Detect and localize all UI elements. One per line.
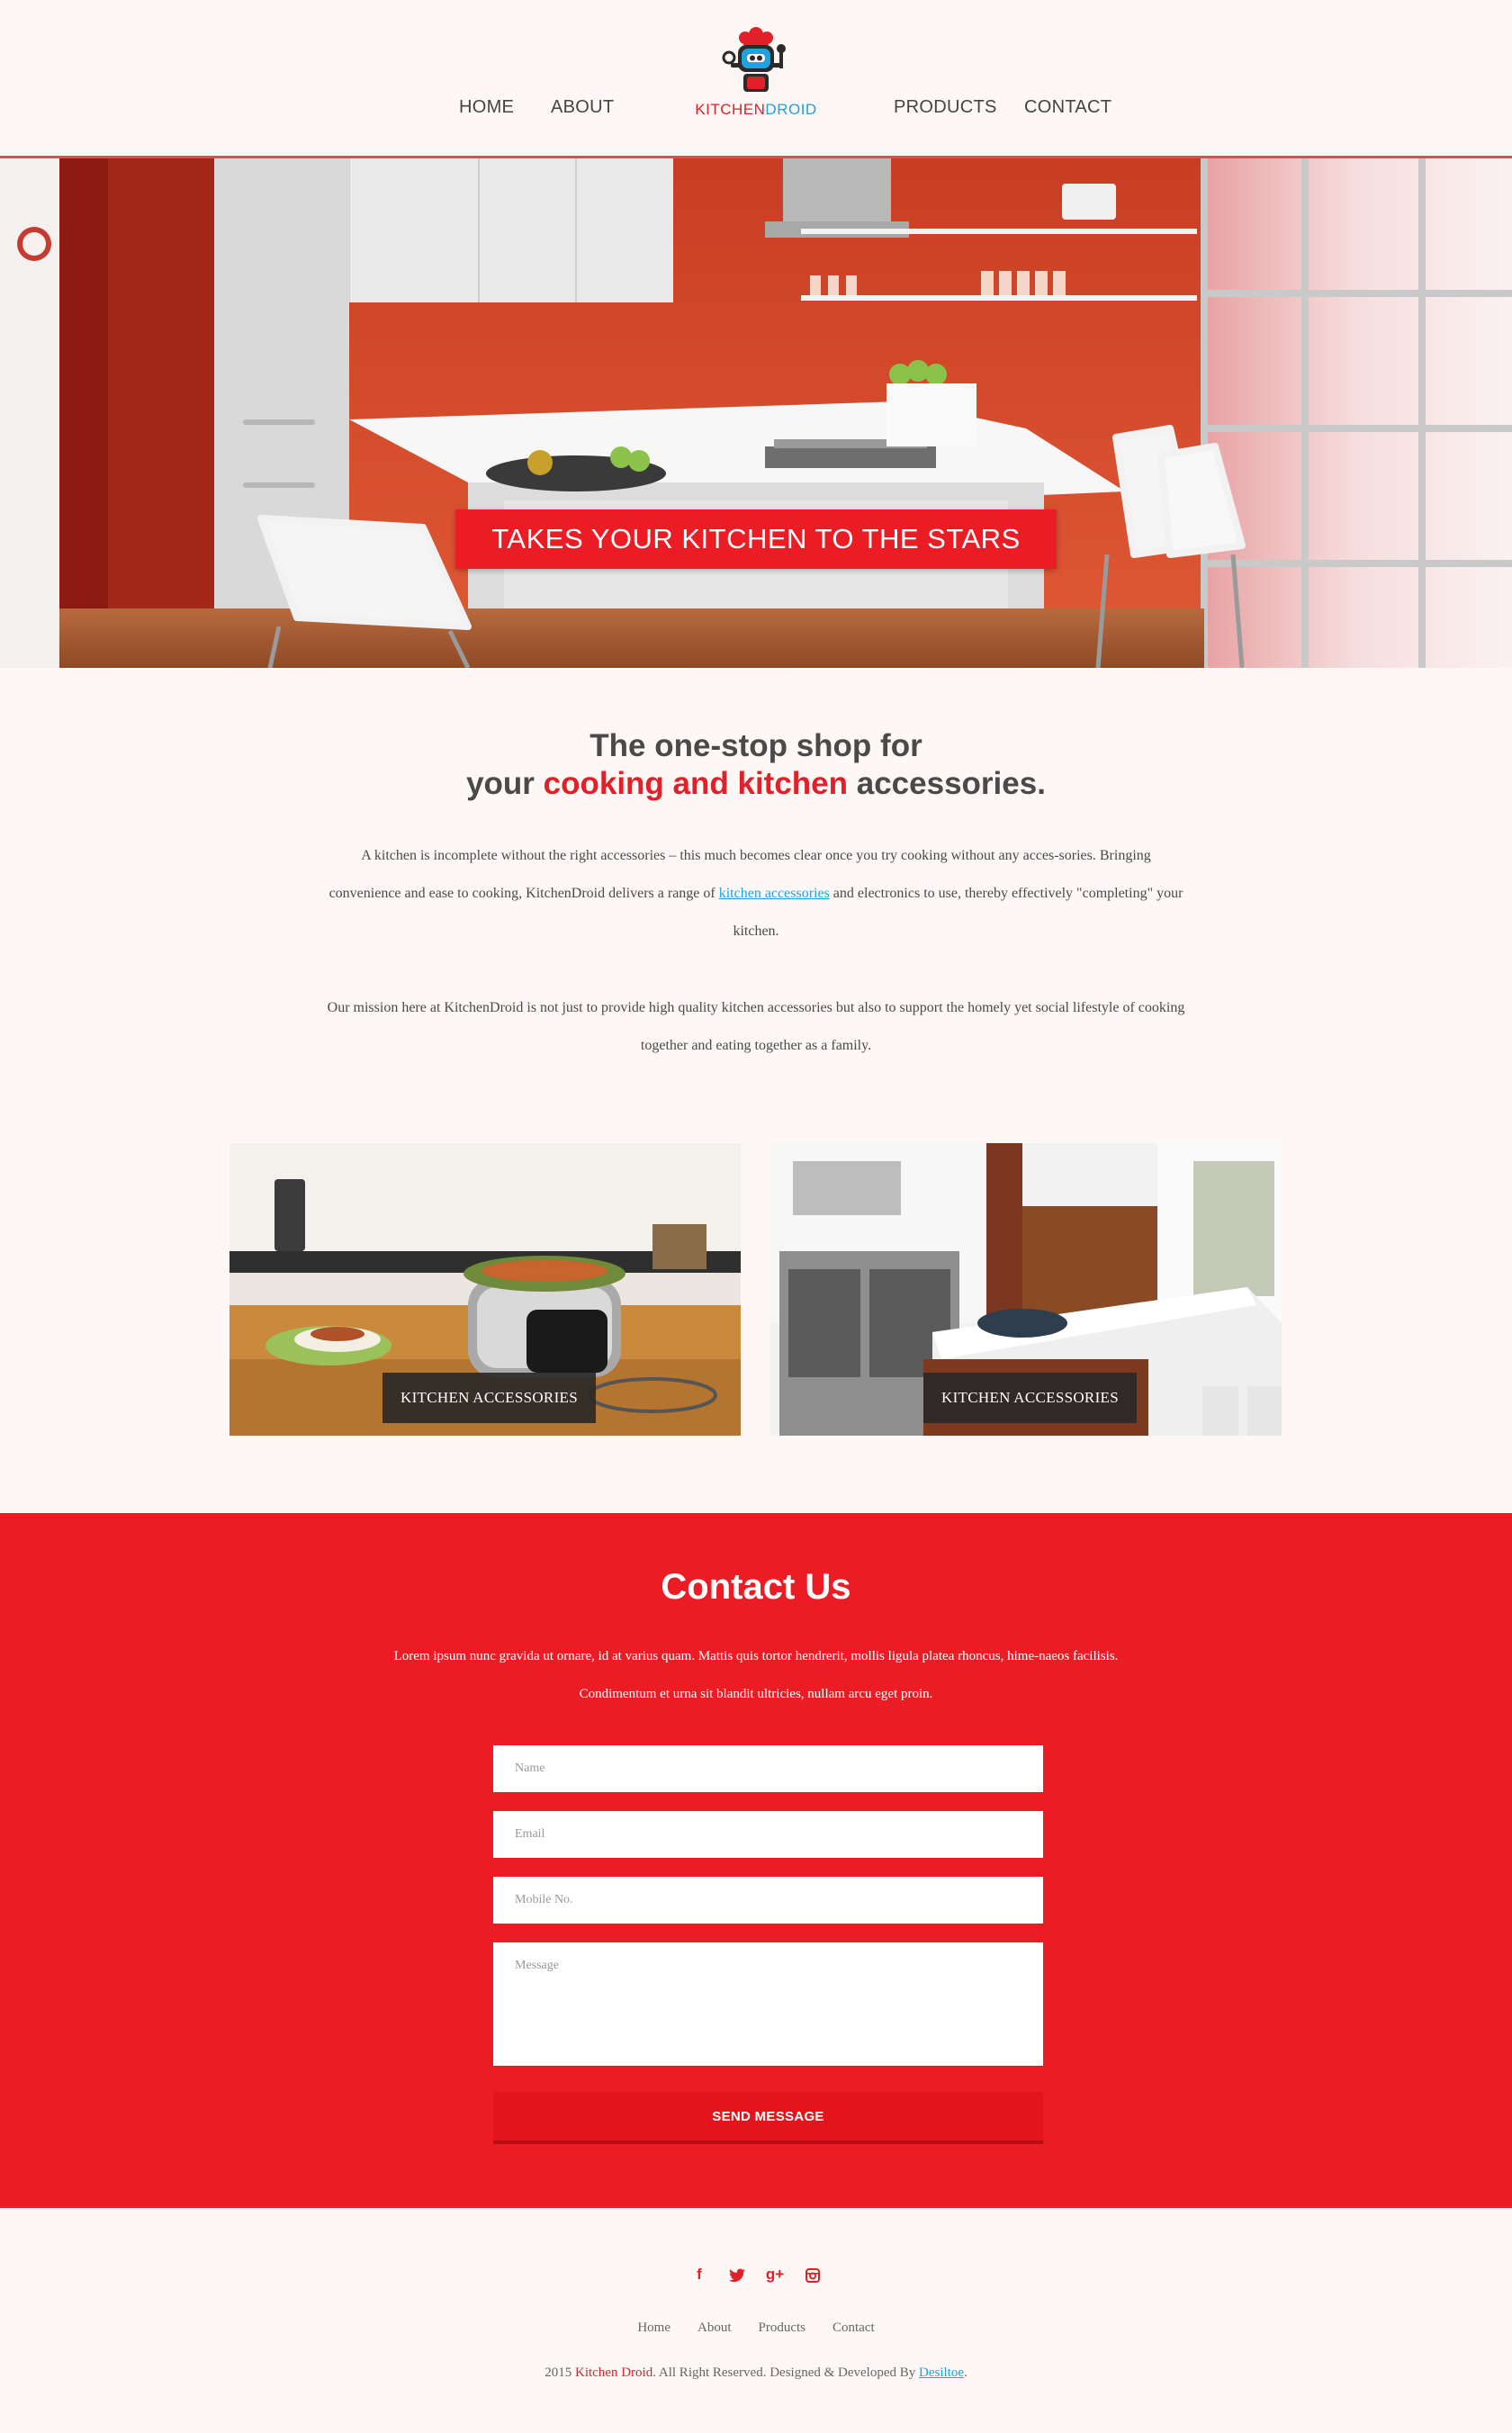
intro-heading: The one-stop shop for your cooking and k…	[306, 727, 1206, 803]
copyright-brand: Kitchen Droid	[574, 2365, 653, 2380]
card-label: KITCHEN ACCESSORIES	[923, 1373, 1137, 1423]
footer-link-about[interactable]: About	[698, 2320, 732, 2336]
nav-about[interactable]: ABOUT	[551, 97, 614, 118]
hero-section: TAKES YOUR KITCHEN TO THE STARS	[0, 158, 1512, 668]
card-label: KITCHEN ACCESSORIES	[382, 1373, 596, 1423]
kitchendroid-logo[interactable]: KITCHENDROID	[684, 27, 828, 122]
nav-home[interactable]: HOME	[459, 97, 514, 118]
intro-heading-highlight: cooking and kitchen	[543, 766, 849, 801]
instagram-icon[interactable]	[801, 2265, 824, 2284]
developer-link[interactable]: Desiltoe	[919, 2365, 964, 2380]
copyright-middle: . All Right Reserved. Designed & Develop…	[652, 2365, 920, 2380]
hero-kitchen-image	[0, 158, 1512, 668]
twitter-icon[interactable]	[725, 2265, 749, 2284]
footer-link-contact[interactable]: Contact	[832, 2320, 875, 2336]
logo-droid: DROID	[765, 101, 817, 118]
site-header: HOME ABOUT KITCHENDROID PRODUCTS CONTACT	[0, 0, 1512, 158]
intro-paragraph-1: A kitchen is incomplete without the righ…	[324, 837, 1188, 951]
logo-wordmark: KITCHENDROID	[684, 101, 828, 119]
logo-kitchen: KITCHEN	[695, 101, 766, 118]
hero-tagline: TAKES YOUR KITCHEN TO THE STARS	[455, 509, 1057, 569]
nav-products[interactable]: PRODUCTS	[894, 97, 997, 118]
intro-heading-pre: your	[466, 766, 544, 801]
footer-link-products[interactable]: Products	[759, 2320, 806, 2336]
copyright: 2015 Kitchen Droid. All Right Reserved. …	[0, 2365, 1512, 2381]
footer-nav: Home About Products Contact	[0, 2320, 1512, 2336]
footer-link-home[interactable]: Home	[637, 2320, 670, 2336]
nav-contact[interactable]: CONTACT	[1024, 97, 1112, 118]
card-kitchen-accessories-2[interactable]: KITCHEN ACCESSORIES	[770, 1143, 1282, 1436]
send-message-button[interactable]: SEND MESSAGE	[493, 2092, 1043, 2144]
message-field[interactable]	[493, 1942, 1043, 2066]
name-field[interactable]	[493, 1745, 1043, 1792]
robot-chef-icon	[722, 27, 786, 92]
contact-title: Contact Us	[661, 1567, 851, 1607]
intro-heading-post: accessories.	[848, 766, 1046, 801]
intro-heading-line1: The one-stop shop for	[590, 728, 922, 763]
facebook-icon[interactable]: f	[688, 2265, 711, 2284]
card-kitchen-accessories-1[interactable]: KITCHEN ACCESSORIES	[230, 1143, 741, 1436]
google-plus-icon[interactable]: g+	[763, 2265, 787, 2284]
email-field[interactable]	[493, 1811, 1043, 1858]
copyright-year: 2015	[544, 2365, 575, 2380]
contact-description: Lorem ipsum nunc gravida ut ornare, id a…	[393, 1649, 1119, 1701]
kitchen-accessories-link[interactable]: kitchen accessories	[719, 886, 830, 901]
intro-paragraph-2: Our mission here at KitchenDroid is not …	[327, 1000, 1185, 1053]
mobile-field[interactable]	[493, 1877, 1043, 1924]
social-links: f g+	[0, 2265, 1512, 2284]
contact-section: Contact Us Lorem ipsum nunc gravida ut o…	[0, 1513, 1512, 2208]
copyright-end: .	[964, 2365, 968, 2380]
